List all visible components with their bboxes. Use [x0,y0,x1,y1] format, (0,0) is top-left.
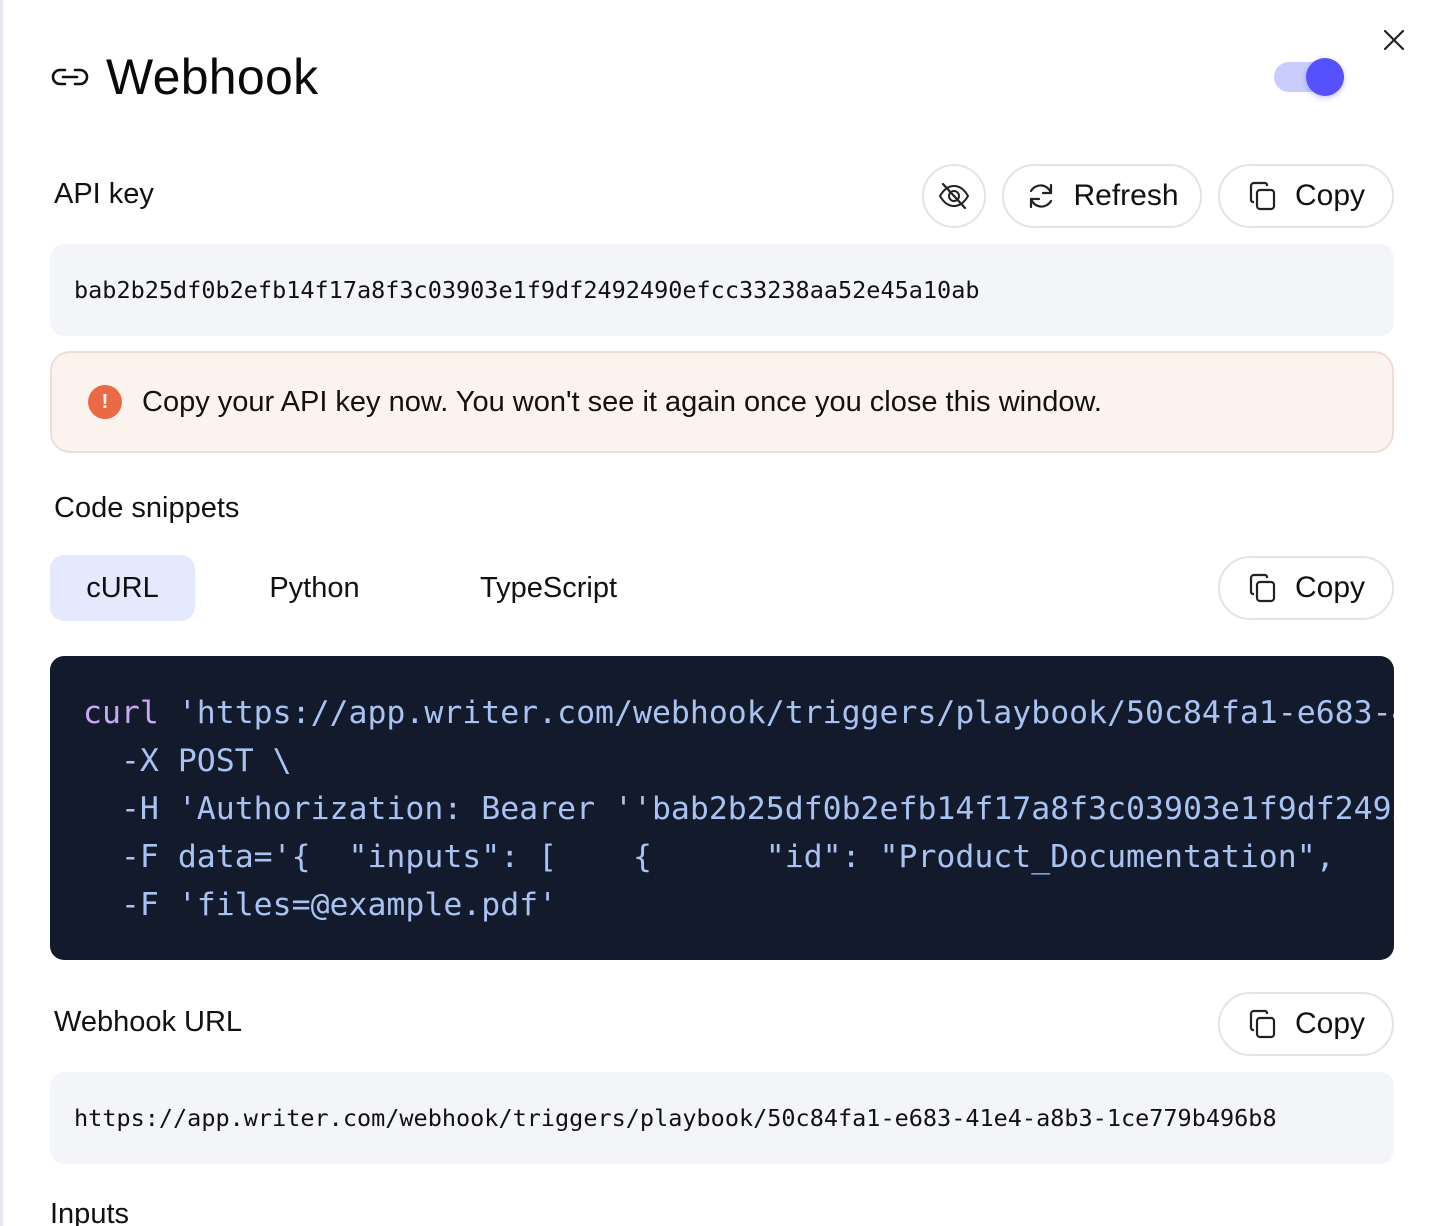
copy-button-label: Copy [1294,571,1366,604]
code-line: -X POST \ [83,737,1394,785]
code-text: -F 'files=@example.pdf' [83,887,558,923]
refresh-button-label: Refresh [1073,179,1179,212]
copy-icon [1247,180,1279,212]
refresh-button[interactable]: Refresh [1002,164,1202,228]
tab-curl[interactable]: cURL [50,555,195,621]
code-text: 'https://app.writer.com/webhook/triggers… [177,695,1394,731]
eye-off-icon [938,182,970,210]
code-text: -F data='{ "inputs": [ { "id": "Product_… [83,839,1335,875]
link-icon [50,62,90,92]
tab-python[interactable]: Python [242,555,387,621]
page-title: Webhook [106,49,319,105]
code-line: curl 'https://app.writer.com/webhook/tri… [83,689,1394,737]
copy-snippet-button[interactable]: Copy [1218,556,1394,620]
refresh-icon [1025,180,1057,212]
copy-icon [1247,1008,1279,1040]
api-key-value[interactable]: bab2b25df0b2efb14f17a8f3c03903e1f9df2492… [50,244,1394,336]
alert-icon: ! [88,385,122,419]
code-snippets-label: Code snippets [54,492,240,524]
close-icon [1383,29,1405,51]
panel-left-edge [0,0,3,1226]
api-key-label: API key [54,178,154,210]
copy-webhook-url-button[interactable]: Copy [1218,992,1394,1056]
dialog-header: Webhook [50,48,318,106]
copy-button-label: Copy [1294,179,1366,212]
warning-text: Copy your API key now. You won't see it … [142,385,1102,418]
webhook-url-value[interactable]: https://app.writer.com/webhook/triggers/… [50,1072,1394,1164]
toggle-visibility-button[interactable] [922,164,986,228]
copy-icon [1247,572,1279,604]
inputs-label: Inputs [50,1198,129,1226]
code-text: -X POST \ [83,743,292,779]
close-button[interactable] [1378,24,1410,56]
code-text: -H 'Authorization: Bearer ''bab2b25df0b2… [120,791,1394,827]
code-snippet-block[interactable]: curl 'https://app.writer.com/webhook/tri… [50,656,1394,960]
copy-button-label: Copy [1294,1007,1366,1040]
code-line: -F data='{ "inputs": [ { "id": "Product_… [83,833,1394,881]
api-key-warning: ! Copy your API key now. You won't see i… [50,351,1394,453]
tab-typescript[interactable]: TypeScript [456,555,641,621]
code-line: -F 'files=@example.pdf' [83,881,1394,929]
toggle-knob [1306,58,1344,96]
code-command: curl [83,695,159,731]
code-line: -H 'Authorization: Bearer ''bab2b25df0b2… [83,785,1394,833]
webhook-url-label: Webhook URL [54,1006,243,1038]
webhook-enabled-toggle[interactable] [1272,58,1346,96]
copy-api-key-button[interactable]: Copy [1218,164,1394,228]
